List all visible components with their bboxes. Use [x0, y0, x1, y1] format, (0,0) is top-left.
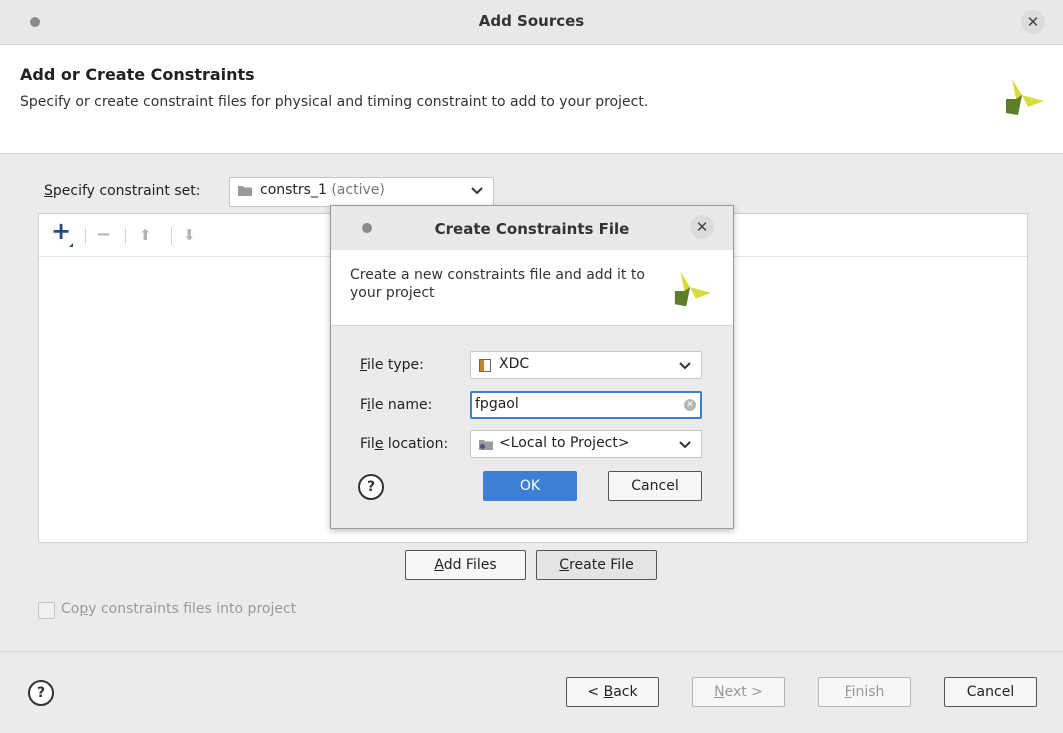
chevron-down-icon: [679, 362, 691, 370]
constraint-set-select[interactable]: constrs_1 (active): [229, 177, 494, 207]
ok-button[interactable]: OK: [483, 471, 577, 501]
copy-constraints-checkbox[interactable]: [38, 602, 55, 619]
vivado-logo-icon: [674, 271, 712, 307]
file-type-label: File type:: [360, 357, 424, 373]
xdc-file-icon: [479, 359, 491, 372]
vivado-logo-icon: [1006, 79, 1044, 115]
chevron-down-icon: [471, 187, 483, 195]
dialog-close-icon[interactable]: ✕: [690, 215, 714, 239]
back-button[interactable]: < Back: [566, 677, 659, 707]
toolbar-separator: [171, 227, 172, 245]
wizard-header: Add or Create Constraints Specify or cre…: [0, 45, 1063, 154]
remove-icon[interactable]: −: [96, 226, 111, 244]
finish-button[interactable]: Finish: [818, 677, 911, 707]
file-location-label: File location:: [360, 436, 449, 452]
file-type-select[interactable]: XDC: [470, 351, 702, 379]
file-location-value: <Local to Project>: [499, 435, 630, 451]
file-name-label: File name:: [360, 397, 433, 413]
create-constraints-dialog: Create Constraints File ✕ Create a new c…: [330, 205, 734, 529]
constraint-set-value: constrs_1: [260, 182, 327, 198]
copy-constraints-label: Copy constraints files into project: [61, 601, 297, 617]
dialog-cancel-button[interactable]: Cancel: [608, 471, 702, 501]
file-name-input[interactable]: fpgaol ✕: [470, 391, 702, 419]
dropdown-corner-icon: [69, 243, 73, 247]
dialog-title: Create Constraints File: [434, 220, 630, 238]
folder-icon: [479, 440, 493, 450]
close-icon[interactable]: ✕: [1021, 10, 1045, 34]
add-files-button[interactable]: Add Files: [405, 550, 526, 580]
dialog-header: Create a new constraints file and add it…: [331, 250, 733, 326]
create-file-button[interactable]: Create File: [536, 550, 657, 580]
clear-input-icon[interactable]: ✕: [684, 399, 696, 411]
cancel-button[interactable]: Cancel: [944, 677, 1037, 707]
footer-divider: [0, 651, 1063, 652]
page-description: Specify or create constraint files for p…: [20, 94, 649, 110]
window-title: Add Sources: [478, 12, 585, 30]
dialog-description: Create a new constraints file and add it…: [350, 267, 645, 301]
page-title: Add or Create Constraints: [20, 65, 255, 84]
toolbar-separator: [85, 227, 86, 245]
next-button[interactable]: Next >: [692, 677, 785, 707]
file-type-value: XDC: [499, 356, 530, 372]
toolbar-separator: [125, 227, 126, 245]
move-down-icon[interactable]: ⬇: [183, 226, 196, 244]
file-name-value: fpgaol: [475, 396, 519, 412]
dialog-help-icon[interactable]: ?: [358, 474, 384, 500]
folder-icon: [238, 186, 252, 196]
constraint-set-label: Specify constraint set:: [44, 183, 201, 199]
title-bar: Add Sources ✕: [0, 0, 1063, 45]
dialog-title-bar: Create Constraints File ✕: [331, 206, 733, 250]
constraint-set-suffix: (active): [331, 182, 385, 198]
help-icon[interactable]: ?: [28, 680, 54, 706]
file-location-select[interactable]: <Local to Project>: [470, 430, 702, 458]
move-up-icon[interactable]: ⬆: [139, 226, 152, 244]
chevron-down-icon: [679, 441, 691, 449]
add-icon[interactable]: +: [51, 219, 71, 243]
